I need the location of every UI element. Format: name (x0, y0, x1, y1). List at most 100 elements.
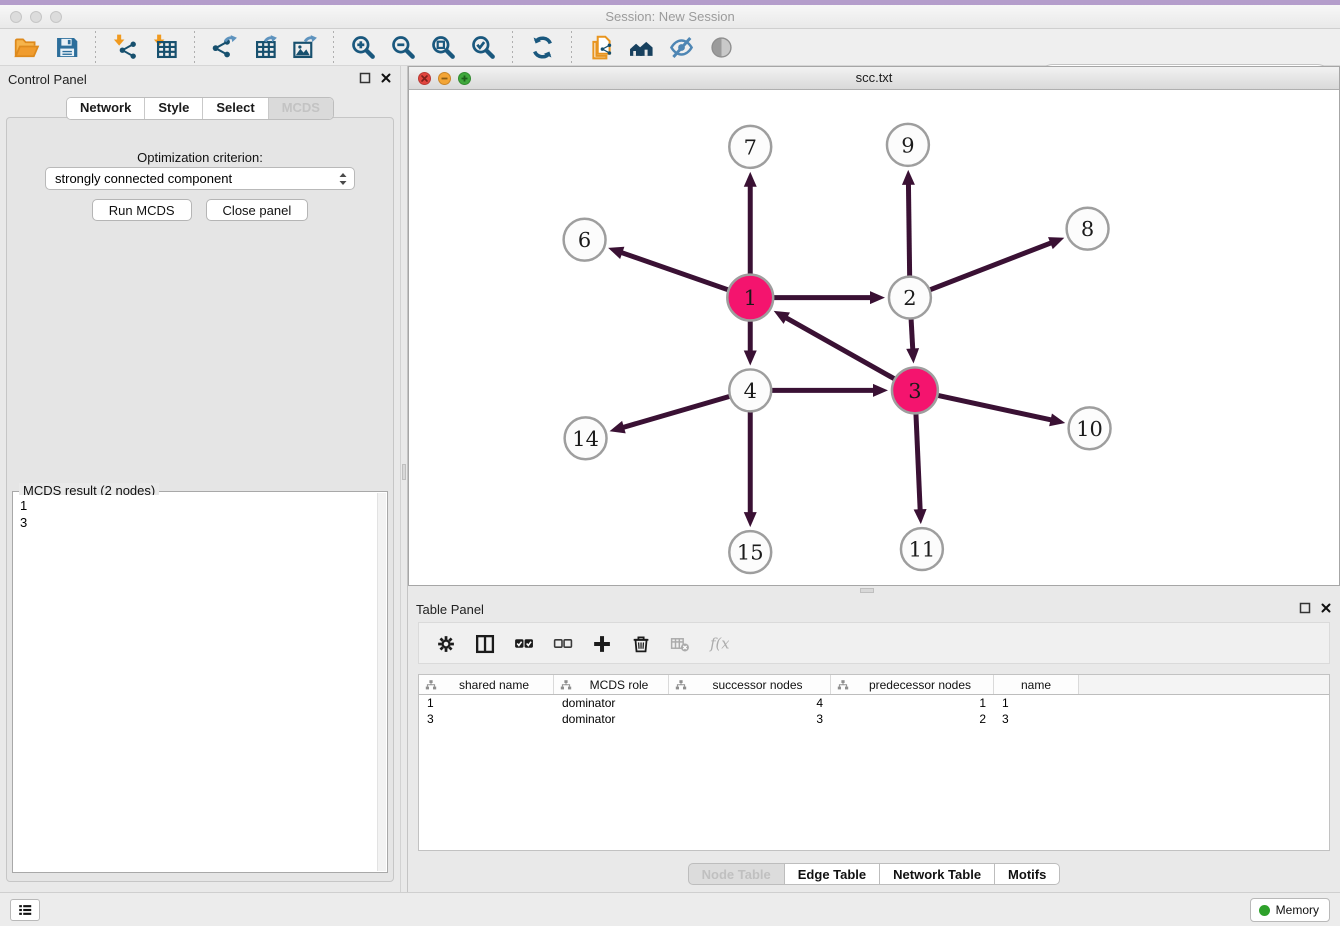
zoom-selected-icon (470, 34, 497, 61)
deselect-all-columns-button[interactable] (550, 631, 574, 655)
settings-gear-icon (435, 633, 456, 654)
refresh-layout-button[interactable] (522, 30, 562, 64)
column-label: name (998, 678, 1074, 692)
tab-mcds[interactable]: MCDS (268, 98, 333, 119)
network-view-window: scc.txt 7968124314101511 (408, 66, 1340, 586)
column-header-MCDS-role[interactable]: MCDS role (554, 675, 669, 694)
column-layout-icon (474, 633, 495, 654)
cell-successor-nodes[interactable]: 4 (669, 695, 831, 711)
toggle-graphics-details-button[interactable] (661, 30, 701, 64)
splitter-grip[interactable] (402, 464, 406, 480)
close-panel-icon[interactable] (380, 72, 392, 84)
table-toolbar: f(x) (418, 622, 1330, 664)
criterion-select[interactable]: strongly connected component (45, 167, 355, 190)
node-label-14: 14 (572, 427, 599, 451)
splitter-grip[interactable] (860, 588, 874, 593)
network-close-button[interactable] (418, 72, 431, 85)
column-label: MCDS role (574, 678, 664, 692)
network-canvas-svg[interactable]: 7968124314101511 (409, 90, 1339, 585)
memory-button[interactable]: Memory (1250, 898, 1330, 922)
zoom-out-button[interactable] (383, 30, 423, 64)
edge-2-8[interactable] (910, 242, 1052, 297)
add-column-button[interactable] (589, 631, 613, 655)
hierarchy-icon (425, 679, 437, 691)
mcds-result-scrollbar[interactable] (377, 493, 386, 871)
delete-column-button[interactable] (628, 631, 652, 655)
select-all-columns-button[interactable] (511, 631, 535, 655)
zoom-in-icon (350, 34, 377, 61)
cell-predecessor-nodes[interactable]: 2 (831, 711, 994, 727)
tab-network[interactable]: Network (67, 98, 144, 119)
import-network-button[interactable] (105, 30, 145, 64)
float-panel-icon[interactable] (1299, 602, 1311, 614)
edge-arrow-2-8 (1048, 237, 1064, 249)
control-panel-tabs: NetworkStyleSelectMCDS (66, 97, 334, 120)
column-header-shared-name[interactable]: shared name (419, 675, 554, 694)
hierarchy-icon (837, 679, 849, 691)
minimize-button[interactable] (30, 11, 42, 23)
cell-successor-nodes[interactable]: 3 (669, 711, 831, 727)
export-network-button[interactable] (204, 30, 244, 64)
table-row-1[interactable]: 3dominator323 (419, 711, 1329, 727)
cell-predecessor-nodes[interactable]: 1 (831, 695, 994, 711)
toggle-graphics-details-icon (668, 34, 695, 61)
run-mcds-button[interactable]: Run MCDS (92, 199, 192, 221)
column-header-successor-nodes[interactable]: successor nodes (669, 675, 831, 694)
tab-motifs[interactable]: Motifs (995, 863, 1060, 885)
main-window-controls[interactable] (10, 11, 62, 23)
node-label-11: 11 (909, 538, 936, 562)
node-label-1: 1 (744, 286, 757, 310)
table-row-0[interactable]: 1dominator411 (419, 695, 1329, 711)
toolbar-separator (194, 31, 195, 63)
cell-shared-name[interactable]: 3 (419, 711, 554, 727)
maximize-button[interactable] (50, 11, 62, 23)
main-toolbar-groups (6, 30, 741, 64)
save-session-button[interactable] (46, 30, 86, 64)
cell-MCDS-role[interactable]: dominator (554, 711, 669, 727)
edge-arrow-4-3 (873, 384, 888, 397)
float-panel-icon[interactable] (359, 72, 371, 84)
mcds-result-text[interactable]: 1 3 (14, 495, 376, 871)
zoom-selected-button[interactable] (463, 30, 503, 64)
neighborhood-homes-icon (628, 34, 655, 61)
toolbar-separator (512, 31, 513, 63)
network-canvas[interactable]: 7968124314101511 (409, 90, 1339, 585)
cell-MCDS-role[interactable]: dominator (554, 695, 669, 711)
settings-gear-button[interactable] (433, 631, 457, 655)
close-button[interactable] (10, 11, 22, 23)
neighborhood-homes-button[interactable] (621, 30, 661, 64)
delete-table-icon (669, 633, 690, 654)
network-minimize-button[interactable] (438, 72, 451, 85)
export-image-button[interactable] (284, 30, 324, 64)
edge-arrow-1-4 (744, 350, 757, 365)
close-panel-icon[interactable] (1320, 602, 1332, 614)
task-history-button[interactable] (10, 899, 40, 921)
open-session-button[interactable] (6, 30, 46, 64)
cell-name[interactable]: 3 (994, 711, 1079, 727)
column-header-predecessor-nodes[interactable]: predecessor nodes (831, 675, 994, 694)
close-panel-button[interactable]: Close panel (206, 199, 309, 221)
cell-shared-name[interactable]: 1 (419, 695, 554, 711)
export-table-icon (251, 34, 278, 61)
column-layout-button[interactable] (472, 631, 496, 655)
cell-name[interactable]: 1 (994, 695, 1079, 711)
tab-edge-table[interactable]: Edge Table (785, 863, 880, 885)
node-label-7: 7 (744, 135, 757, 159)
tab-node-table[interactable]: Node Table (688, 863, 785, 885)
vertical-splitter[interactable] (400, 66, 408, 892)
export-table-button[interactable] (244, 30, 284, 64)
clone-network-button[interactable] (581, 30, 621, 64)
column-header-name[interactable]: name (994, 675, 1079, 694)
edge-arrow-4-14 (610, 421, 626, 433)
node-label-4: 4 (744, 379, 757, 403)
tab-style[interactable]: Style (144, 98, 202, 119)
tab-select[interactable]: Select (202, 98, 267, 119)
zoom-in-button[interactable] (343, 30, 383, 64)
network-zoom-button[interactable] (458, 72, 471, 85)
import-table-button[interactable] (145, 30, 185, 64)
horizontal-splitter[interactable] (408, 586, 1340, 596)
tab-network-table[interactable]: Network Table (880, 863, 995, 885)
hierarchy-icon (675, 679, 687, 691)
delete-table-button (667, 631, 691, 655)
zoom-fit-button[interactable] (423, 30, 463, 64)
